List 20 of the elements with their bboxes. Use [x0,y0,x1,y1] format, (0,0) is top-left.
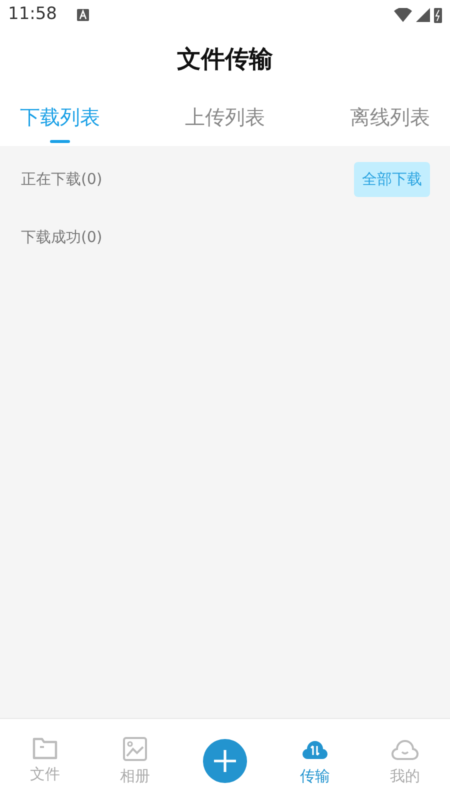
list-tab[interactable]: 下载列表 [20,88,100,146]
battery-icon [434,7,442,23]
section-label: 下载成功(0) [21,226,102,248]
folder-icon [32,736,58,760]
section-label: 正在下载(0) [21,168,102,190]
wifi-icon [394,8,412,22]
nav-tab[interactable]: 文件 [30,736,60,786]
status-time: 11:58 [8,3,57,26]
download-all-button[interactable]: 全部下载 [354,162,430,196]
nav-tab[interactable]: 传输 [300,736,330,788]
list-tab[interactable]: 离线列表 [350,88,430,146]
nav-tab[interactable]: 我的 [390,736,420,788]
page-title: 文件传输 [177,44,273,75]
nav-tab[interactable]: 相册 [120,736,150,788]
keyboard-icon [77,9,89,21]
add-button[interactable] [203,739,247,783]
plus-icon [213,749,237,773]
picture-icon [122,736,148,762]
list-tab[interactable]: 上传列表 [185,88,265,146]
signal-icon [416,8,430,22]
